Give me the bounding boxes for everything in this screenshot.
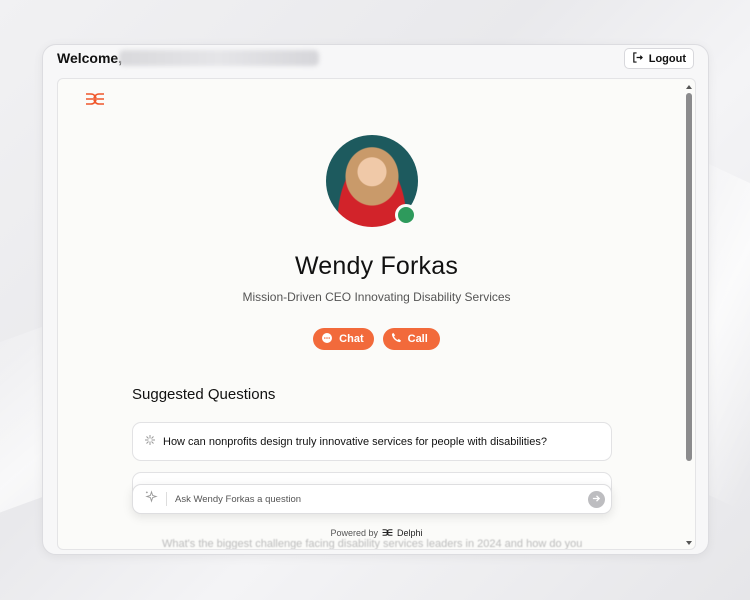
suggested-question[interactable]: How can nonprofits design truly innovati… [132,422,612,461]
chat-button[interactable]: Chat [313,328,374,350]
chat-profile-frame: Wendy Forkas Mission-Driven CEO Innovati… [57,78,696,550]
profile-tagline: Mission-Driven CEO Innovating Disability… [242,290,511,304]
logout-label: Logout [648,52,686,65]
scroll-down-arrow[interactable] [686,541,692,545]
online-status-indicator [395,204,417,226]
suggested-questions-title: Suggested Questions [132,386,276,403]
chat-label: Chat [339,333,364,345]
scroll-up-arrow[interactable] [686,85,692,89]
suggested-question-text: What's the biggest challenge facing disa… [162,538,583,550]
action-buttons: Chat Call [58,328,695,350]
ask-question-input[interactable] [175,493,588,505]
call-label: Call [407,333,428,345]
ask-question-bar [132,484,612,514]
profile-avatar [326,135,418,227]
sparkle-icon [145,435,155,448]
suggested-question-text: How can nonprofits design truly innovati… [163,435,547,448]
divider [166,492,167,506]
scrollbar[interactable] [686,85,692,545]
sparkle-icon [145,490,158,508]
powered-by-label: Powered by [330,528,378,538]
delphi-logo-icon[interactable] [85,92,105,110]
powered-by-brand[interactable]: Delphi [397,528,423,538]
app-window: Welcome, Logout Wendy Forkas Mission-Dri… [42,44,709,555]
redacted-email [119,50,319,66]
send-arrow-icon [592,490,601,508]
logout-button[interactable]: Logout [623,48,694,69]
send-button[interactable] [588,490,605,508]
top-bar: Welcome, Logout [43,45,708,75]
scrollbar-thumb[interactable] [686,93,692,461]
delphi-logo-icon [382,528,393,538]
powered-by-footer: Powered by Delphi [58,528,695,538]
call-button[interactable]: Call [382,328,440,350]
chat-bubble-icon [321,332,333,347]
profile-name: Wendy Forkas [294,252,459,280]
phone-icon [391,332,402,346]
logout-icon [632,51,643,66]
welcome-label: Welcome, [57,50,123,66]
